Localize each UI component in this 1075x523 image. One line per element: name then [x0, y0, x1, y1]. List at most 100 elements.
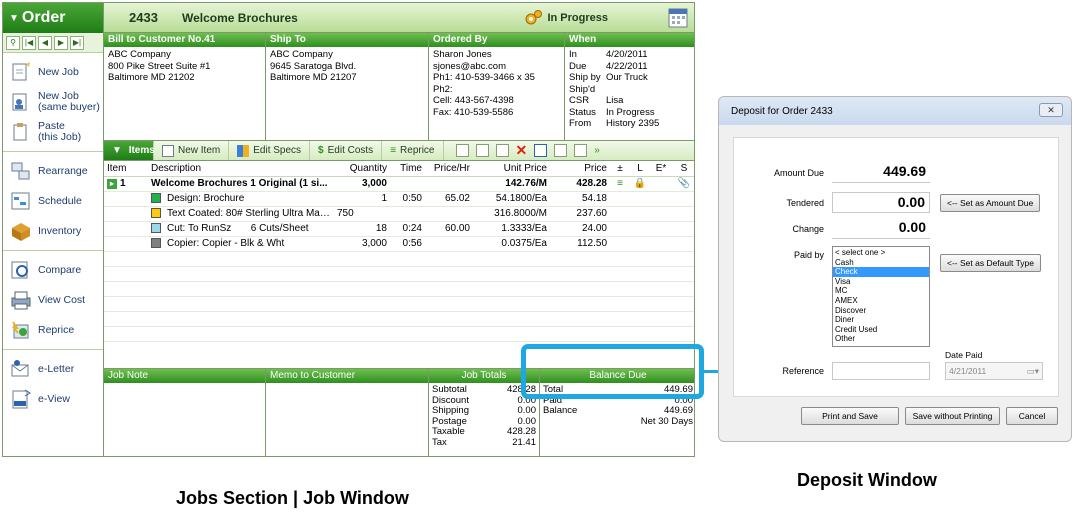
cancel-button[interactable]: Cancel: [1006, 407, 1058, 425]
notes-icon[interactable]: [455, 144, 469, 157]
time-cell: 0:56: [390, 236, 425, 252]
collapse-triangle-icon[interactable]: ▼: [9, 13, 19, 24]
col-header[interactable]: E*: [650, 161, 672, 177]
when-panel[interactable]: When In 4/20/2011 Due 4/22/2011 Ship by Our…: [565, 33, 694, 140]
sidebar-item-rearrange[interactable]: Rearrange: [3, 156, 103, 186]
table-row[interactable]: Text Coated: 80# Sterling Ultra Matt... …: [104, 206, 694, 222]
quantity-cell: 18: [334, 221, 390, 237]
col-header[interactable]: S: [672, 161, 694, 177]
total-label: Tax: [432, 436, 447, 448]
list-item[interactable]: Diner: [833, 315, 929, 325]
reference-input[interactable]: [832, 362, 930, 380]
set-as-default-type-button[interactable]: <-- Set as Default Type: [940, 254, 1042, 272]
deposit-footer: Print and Save Save without Printing Can…: [801, 407, 1058, 425]
copy-icon[interactable]: [475, 144, 489, 157]
job-status[interactable]: In Progress: [523, 8, 608, 28]
delete-icon[interactable]: ✕: [516, 142, 528, 159]
chevron-down-icon[interactable]: »: [594, 145, 600, 156]
sidebar-item-new-job[interactable]: New Job: [3, 57, 103, 87]
col-header[interactable]: L: [630, 161, 650, 177]
table-row[interactable]: Copier: Copier - Blk & Wht 3,000 0:56 0.…: [104, 236, 694, 252]
col-header[interactable]: Price/Hr: [425, 161, 473, 177]
table-row[interactable]: Design: Brochure 1 0:50 65.02 54.1800/Ea…: [104, 191, 694, 207]
item-number: 1: [120, 178, 126, 189]
zoom-icon[interactable]: [574, 144, 588, 157]
reprice-button[interactable]: ≡ Reprice: [382, 141, 444, 160]
gears-icon: [525, 9, 543, 24]
list-icon: ≡: [390, 145, 397, 156]
sidebar-item-e-view[interactable]: e-View: [3, 384, 103, 414]
record-navigator: ⚲ |◀ ◀ ▶ ▶|: [3, 33, 103, 53]
sidebar-item-reprice[interactable]: Reprice: [3, 315, 103, 345]
date-paid-picker[interactable]: 4/21/2011 ▭▾: [945, 362, 1043, 380]
edit-icon[interactable]: [495, 144, 509, 157]
paid-by-listbox[interactable]: < select one > Cash Check Visa MC AMEX D…: [832, 246, 930, 347]
close-button[interactable]: ✕: [1039, 103, 1063, 117]
job-note-panel[interactable]: Job Note: [104, 369, 266, 456]
deposit-window-caption: Deposit Window: [797, 470, 937, 490]
reprice-icon: [11, 321, 29, 339]
list-item-selected[interactable]: Check: [833, 267, 929, 277]
ship-to-address: ABC Company 9645 Saratoga Blvd. Baltimore …: [266, 47, 428, 86]
dollar-icon: $: [318, 145, 324, 156]
sidebar-item-label: Paste (this Job): [38, 120, 82, 143]
sidebar-item-view-cost[interactable]: View Cost: [3, 285, 103, 315]
total-value: 0.00: [517, 405, 537, 416]
set-as-amount-due-button[interactable]: <-- Set as Amount Due: [940, 193, 1041, 212]
col-header[interactable]: Unit Price: [473, 161, 550, 177]
new-job-icon: [12, 62, 30, 81]
balance-value: 449.69: [663, 405, 693, 416]
sidebar-item-schedule[interactable]: Schedule: [3, 186, 103, 216]
job-title[interactable]: Welcome Brochures: [172, 11, 523, 25]
list-item[interactable]: < select one >: [833, 248, 929, 258]
deposit-titlebar[interactable]: Deposit for Order 2433 ✕: [719, 97, 1071, 125]
list-item[interactable]: MC: [833, 286, 929, 296]
table-row[interactable]: Cut: To RunSz 6 Cuts/Sheet 18 0:24 60.00…: [104, 221, 694, 237]
col-header[interactable]: Item: [104, 161, 148, 177]
prev-record-icon[interactable]: ◀: [38, 35, 52, 50]
col-header[interactable]: Quantity: [334, 161, 390, 177]
sidebar-item-new-job-same-buyer[interactable]: New Job (same buyer): [3, 87, 103, 117]
new-item-button[interactable]: New Item: [154, 141, 230, 160]
list-item[interactable]: Discover: [833, 306, 929, 316]
pencil-icon[interactable]: [554, 144, 568, 157]
close-icon: ✕: [1047, 104, 1055, 115]
ordered-by-panel[interactable]: Ordered By Sharon Jones sjones@abc.com Ph1…: [429, 33, 565, 140]
bill-to-panel[interactable]: Bill to Customer No.41 ABC Company 800 Pi…: [104, 33, 266, 140]
save-without-printing-button[interactable]: Save without Printing: [905, 407, 1000, 425]
items-tab[interactable]: ▼ Items: [104, 141, 155, 160]
first-record-icon[interactable]: |◀: [22, 35, 36, 50]
sidebar-group-planning: Rearrange Schedule Inventory: [3, 152, 103, 251]
sidebar-item-compare[interactable]: Compare: [3, 255, 103, 285]
print-and-save-button[interactable]: Print and Save: [801, 407, 899, 425]
last-record-icon[interactable]: ▶|: [70, 35, 84, 50]
list-item[interactable]: Visa: [833, 277, 929, 287]
ship-to-panel[interactable]: Ship To ABC Company 9645 Saratoga Blvd. Ba…: [266, 33, 429, 140]
job-number: 2433: [129, 10, 158, 25]
list-item[interactable]: Credit Used: [833, 325, 929, 335]
edit-specs-button[interactable]: Edit Specs: [229, 141, 311, 160]
expand-icon[interactable]: ▸: [107, 179, 117, 189]
sidebar-title[interactable]: ▼ Order: [3, 3, 103, 33]
edit-costs-button[interactable]: $ Edit Costs: [310, 141, 383, 160]
col-header[interactable]: Time: [390, 161, 425, 177]
description-cell: Cut: To RunSz 6 Cuts/Sheet: [148, 221, 334, 237]
sidebar-item-paste[interactable]: Paste (this Job): [3, 117, 103, 147]
table-row: [104, 296, 694, 312]
sidebar-item-inventory[interactable]: Inventory: [3, 216, 103, 246]
search-icon[interactable]: ⚲: [6, 35, 20, 50]
col-header[interactable]: ±: [610, 161, 630, 177]
calendar-icon[interactable]: [668, 7, 688, 29]
tendered-input[interactable]: 0.00: [832, 192, 930, 213]
next-record-icon[interactable]: ▶: [54, 35, 68, 50]
window-icon[interactable]: [534, 144, 548, 157]
memo-panel[interactable]: Memo to Customer: [266, 369, 429, 456]
sidebar-item-label: View Cost: [38, 293, 86, 306]
list-item[interactable]: Cash: [833, 258, 929, 268]
col-header[interactable]: Description: [148, 161, 334, 177]
list-item[interactable]: Other: [833, 334, 929, 344]
table-row[interactable]: ▸ 1 Welcome Brochures 1 Original (1 si...…: [104, 176, 694, 192]
list-item[interactable]: AMEX: [833, 296, 929, 306]
col-header[interactable]: Price: [550, 161, 610, 177]
sidebar-item-e-letter[interactable]: e-Letter: [3, 354, 103, 384]
